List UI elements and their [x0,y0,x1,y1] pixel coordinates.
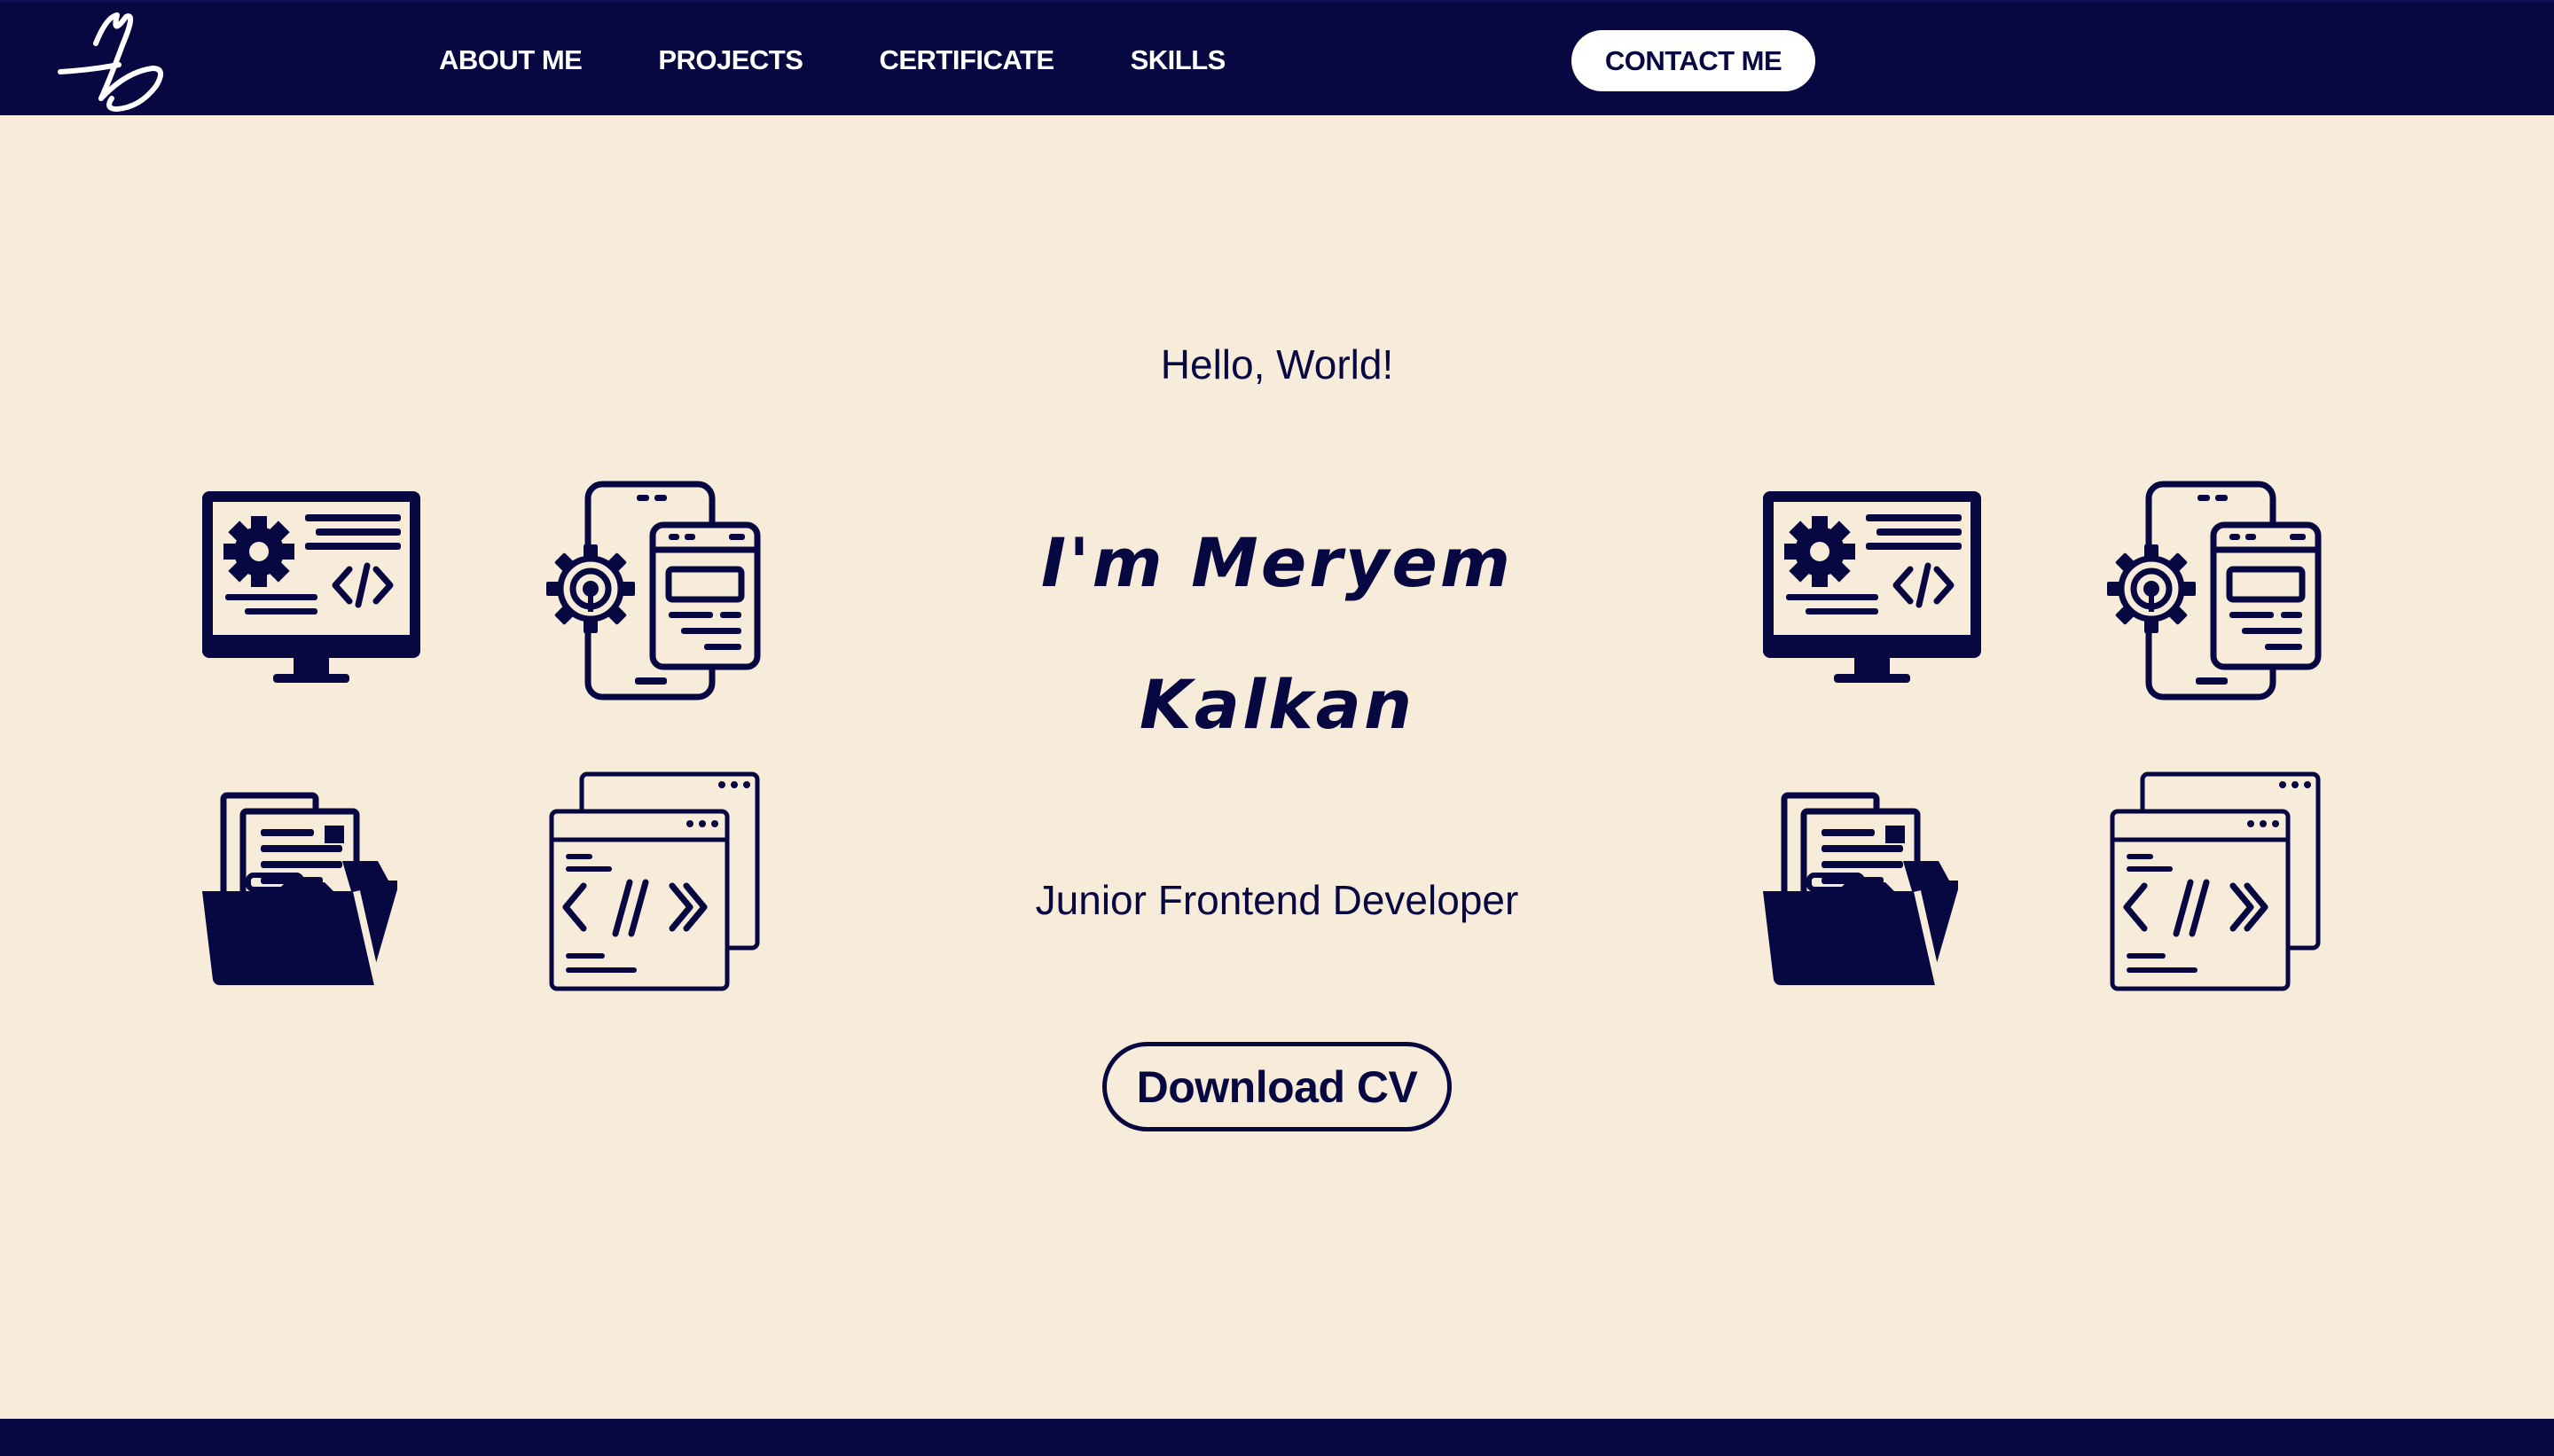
role-subtitle: Junior Frontend Developer [1035,877,1519,923]
nav-link-about[interactable]: ABOUT ME [439,44,583,76]
nav-link-skills[interactable]: SKILLS [1131,44,1226,76]
download-cv-button[interactable]: Download CV [1102,1042,1452,1131]
name-heading-line1: I'm Meryem [1040,523,1514,602]
page: ABOUT ME PROJECTS CERTIFICATE SKILLS CON… [0,0,2554,1456]
nav-link-projects[interactable]: PROJECTS [658,44,803,76]
nav-link-certificate[interactable]: CERTIFICATE [879,44,1054,76]
navbar: ABOUT ME PROJECTS CERTIFICATE SKILLS CON… [0,0,2554,115]
greeting-text: Hello, World! [1160,341,1394,387]
nav-links: ABOUT ME PROJECTS CERTIFICATE SKILLS [439,3,1302,118]
footer-bar [0,1419,2554,1456]
name-heading-line2: Kalkan [1139,665,1415,744]
contact-me-button[interactable]: CONTACT ME [1571,30,1815,91]
signature-logo-icon[interactable] [55,10,170,113]
